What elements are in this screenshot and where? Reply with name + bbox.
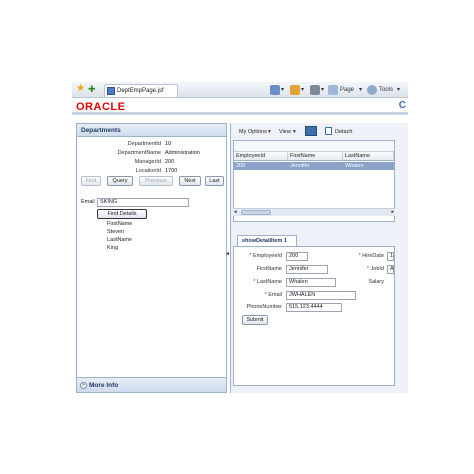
scroll-left-icon[interactable]: ◂	[234, 209, 237, 216]
next-button[interactable]: Next	[179, 176, 201, 186]
employee-detail-form: * EmployeeId 200 * HireDate 1 FirstName …	[233, 246, 395, 386]
employee-id-label: * EmployeeId	[249, 253, 282, 259]
departments-title: Departments	[77, 124, 226, 137]
my-options-menu[interactable]: My Options	[239, 129, 267, 135]
find-details-button[interactable]: Find Details	[97, 209, 147, 219]
result-last-name-value: King	[107, 245, 119, 251]
manager-id-label: ManagerId	[134, 159, 161, 165]
page-dropdown-icon[interactable]: ▾	[359, 85, 362, 95]
result-first-name-value: Steven	[107, 229, 125, 235]
page-favicon-icon	[107, 87, 115, 95]
my-options-dropdown-icon[interactable]: ▾	[268, 129, 271, 135]
first-name-field[interactable]: Jennifer	[286, 265, 328, 274]
view-dropdown-icon[interactable]: ▾	[293, 129, 296, 135]
last-name-field[interactable]: Whalen	[286, 278, 336, 287]
hire-date-field[interactable]: 1	[387, 252, 394, 261]
horizontal-scrollbar[interactable]: ◂ ▸	[233, 208, 395, 216]
header-right-icon: C	[398, 100, 406, 111]
submit-button[interactable]: Submit	[242, 315, 268, 325]
employee-id-field[interactable]: 200	[286, 252, 308, 261]
browser-tab[interactable]: DeptEmpPage.jsf	[104, 84, 178, 97]
column-header-first-name[interactable]: FirstName	[288, 152, 343, 161]
feeds-icon[interactable]	[290, 85, 300, 95]
job-id-field[interactable]: A	[387, 265, 394, 274]
page-menu[interactable]: Page	[340, 85, 354, 95]
tools-icon	[367, 85, 377, 95]
phone-field[interactable]: 515.123.4444	[286, 303, 342, 312]
email-label: Email	[81, 199, 95, 205]
cell-last-name: Whalen	[345, 163, 364, 169]
print-icon[interactable]	[310, 85, 320, 95]
result-first-name-label: FirstName	[107, 221, 133, 227]
departments-panel: Departments DepartmentId 10 DepartmentNa…	[76, 123, 227, 393]
print-dropdown-icon[interactable]: ▾	[321, 85, 324, 95]
add-favorites-icon[interactable]: ✚	[88, 84, 98, 94]
more-info-accordion[interactable]: » More Info	[77, 377, 226, 392]
scroll-thumb[interactable]	[241, 210, 271, 215]
department-name-value: Administration	[165, 150, 200, 156]
query-button[interactable]: Query	[107, 176, 133, 186]
home-dropdown-icon[interactable]: ▾	[281, 85, 284, 95]
favorites-star-icon[interactable]: ★	[76, 84, 86, 94]
result-last-name-label: LastName	[107, 237, 133, 243]
expand-icon: »	[80, 382, 87, 389]
manager-id-value: 200	[165, 159, 175, 165]
table-header-band	[234, 141, 394, 152]
email-label-detail: * Email	[264, 292, 282, 298]
previous-button[interactable]: Previous	[139, 176, 173, 186]
first-button[interactable]: First	[81, 176, 101, 186]
view-menu[interactable]: View	[279, 129, 291, 135]
cell-first-name: Jennifer	[290, 163, 310, 169]
department-id-label: DepartmentId	[127, 141, 161, 147]
first-name-label: FirstName	[256, 266, 282, 272]
scroll-right-icon[interactable]: ▸	[391, 209, 394, 216]
job-id-label: * JobId	[366, 266, 384, 272]
column-header-employee-id[interactable]: EmployeeId	[234, 152, 288, 161]
tools-dropdown-icon[interactable]: ▾	[397, 85, 400, 95]
app-header: ORACLE C	[72, 99, 408, 115]
browser-tab-title: DeptEmpPage.jsf	[117, 88, 164, 94]
freeze-icon[interactable]	[305, 126, 317, 136]
more-info-title: More Info	[89, 382, 119, 389]
email-field[interactable]: JWHALEN	[286, 291, 356, 300]
last-name-label: * LastName	[253, 279, 282, 285]
detach-icon[interactable]	[325, 127, 332, 135]
department-id-value: 10	[165, 141, 172, 147]
salary-label: Salary	[368, 279, 384, 285]
email-search-input[interactable]: SKING	[97, 198, 189, 207]
browser-toolbar: ★ ✚ DeptEmpPage.jsf ▾ ▾ ▾ Page ▾ Tools ▾	[72, 82, 408, 98]
department-name-label: DepartmentName	[117, 150, 161, 156]
location-id-value: 1700	[165, 168, 178, 174]
location-id-label: LocationId	[135, 168, 161, 174]
feeds-dropdown-icon[interactable]: ▾	[301, 85, 304, 95]
column-header-last-name[interactable]: LastName	[343, 152, 394, 161]
cell-employee-id: 200	[236, 163, 246, 169]
home-icon[interactable]	[270, 85, 280, 95]
detach-button[interactable]: Detach	[335, 129, 352, 135]
phone-label: PhoneNumber	[246, 304, 282, 310]
page-icon	[328, 85, 338, 95]
last-button[interactable]: Last	[205, 176, 224, 186]
tools-menu[interactable]: Tools	[379, 85, 393, 95]
hire-date-label: * HireDate	[358, 253, 384, 259]
oracle-logo: ORACLE	[76, 101, 126, 113]
